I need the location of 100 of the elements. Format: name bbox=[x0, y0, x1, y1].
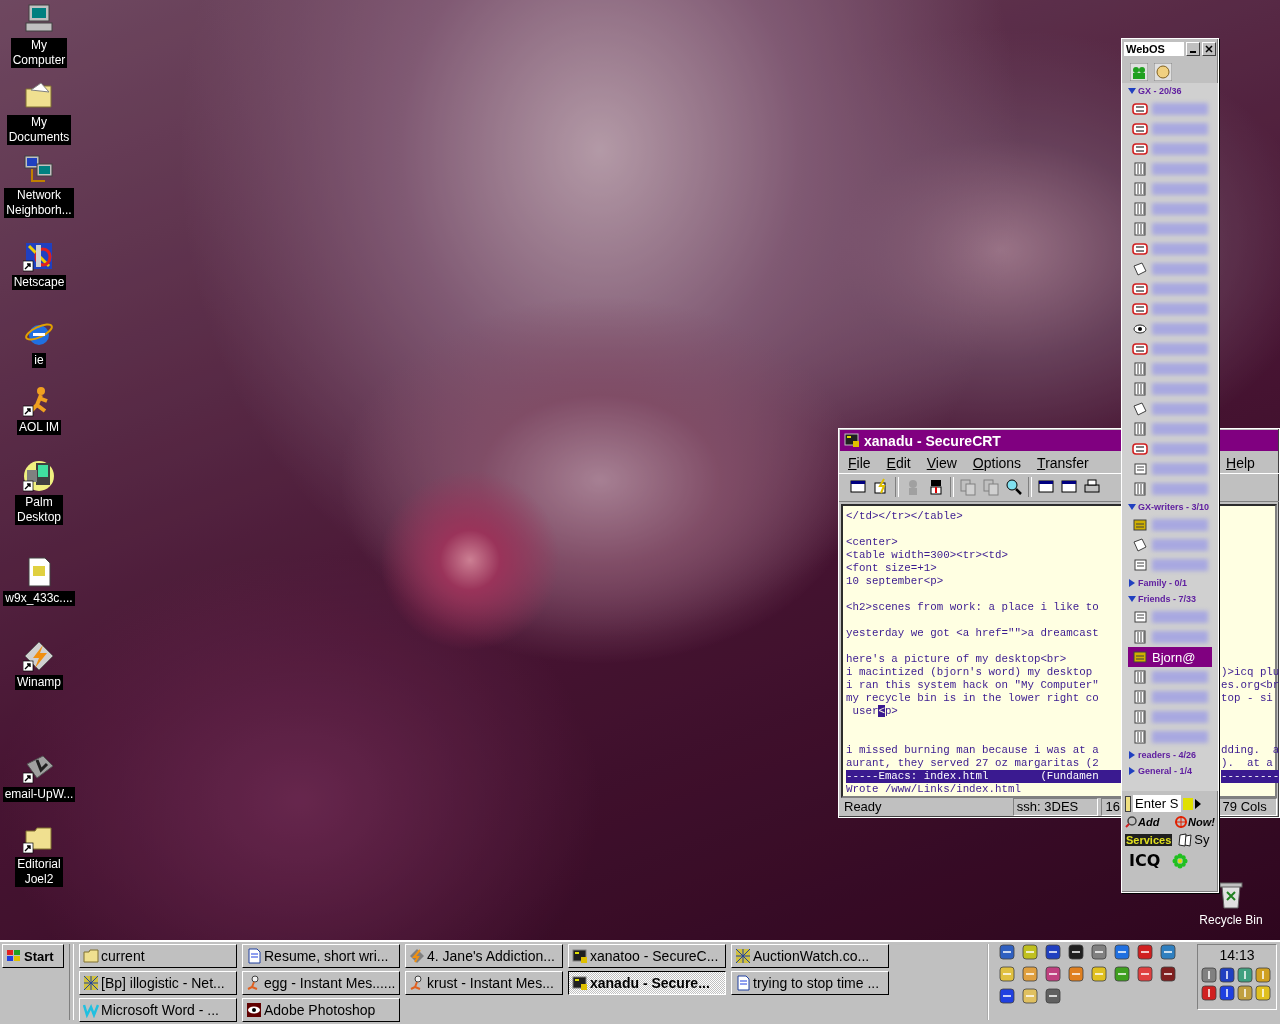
figure-icon bbox=[246, 975, 262, 991]
app-icon[interactable] bbox=[1201, 985, 1217, 1001]
app-icon[interactable] bbox=[1219, 967, 1235, 983]
menu-item[interactable]: View bbox=[917, 454, 964, 471]
desktop-icon-label[interactable]: email-UpW... bbox=[2, 787, 76, 802]
app-icon[interactable] bbox=[1045, 966, 1061, 982]
app-icon[interactable] bbox=[1160, 966, 1176, 982]
face-icon[interactable] bbox=[1154, 63, 1172, 81]
menu-item[interactable]: File bbox=[839, 454, 878, 471]
app-icon[interactable] bbox=[1137, 966, 1153, 982]
app-icon[interactable] bbox=[1255, 985, 1271, 1001]
desktop-icon-label[interactable]: Netscape bbox=[11, 275, 67, 290]
status-panel: ssh: 3DES bbox=[1012, 798, 1099, 817]
contact-row[interactable]: Bjorn@ bbox=[1128, 647, 1212, 667]
start-button[interactable]: Start bbox=[2, 944, 64, 968]
taskbar-button[interactable]: AuctionWatch.co... bbox=[731, 944, 889, 968]
window-title: WebOS bbox=[1124, 42, 1184, 56]
app-icon[interactable] bbox=[999, 988, 1015, 1004]
pages-icon bbox=[1178, 832, 1193, 847]
logo-text: ICQ bbox=[1129, 851, 1161, 870]
contact-group-header[interactable]: GX - 20/36 bbox=[1128, 83, 1212, 99]
app-icon[interactable] bbox=[1091, 944, 1107, 960]
taskbar-button[interactable]: egg - Instant Mes...... bbox=[242, 971, 400, 995]
search-icon[interactable] bbox=[1005, 478, 1023, 497]
app-icon[interactable] bbox=[1237, 967, 1253, 983]
terminal-line: i missed burning man because i was at a bbox=[846, 743, 1100, 757]
menu-item[interactable]: Edit bbox=[877, 454, 918, 471]
desktop-icon-label[interactable]: Editorial Joel2 bbox=[15, 857, 63, 887]
terminal-line: i macintized (bjorn's word) my desktop bbox=[846, 665, 1094, 679]
desktop-icon-label[interactable]: Recycle Bin bbox=[1199, 913, 1263, 928]
system-button[interactable]: Sy bbox=[1178, 832, 1210, 847]
menu-item[interactable]: Help bbox=[1217, 454, 1262, 471]
app-icon[interactable] bbox=[999, 944, 1015, 960]
app-icon[interactable] bbox=[1237, 985, 1253, 1001]
document-icon bbox=[735, 975, 751, 991]
blurred-contact-name bbox=[1152, 559, 1208, 571]
app-icon[interactable] bbox=[1114, 944, 1130, 960]
taskbar-button[interactable]: xanatoo - SecureC... bbox=[568, 944, 726, 968]
app-icon[interactable] bbox=[1022, 944, 1038, 960]
blurred-contact-name bbox=[1152, 671, 1208, 683]
menu-item[interactable]: Options bbox=[963, 454, 1029, 471]
taskbar-button[interactable]: Adobe Photoshop bbox=[242, 998, 400, 1022]
people-icon[interactable] bbox=[1130, 63, 1148, 81]
app-icon[interactable] bbox=[1022, 966, 1038, 982]
desktop-icon-label[interactable]: My Documents bbox=[6, 115, 72, 145]
menu-item[interactable]: Transfer bbox=[1028, 454, 1096, 471]
grip-icon[interactable] bbox=[1125, 795, 1131, 812]
contact-group-header[interactable]: General - 1/4 bbox=[1128, 763, 1212, 779]
clock[interactable]: 14:13 bbox=[1219, 945, 1255, 965]
app-icon[interactable] bbox=[1068, 944, 1084, 960]
taskbar-button[interactable]: [Bp] illogistic - Net... bbox=[79, 971, 237, 995]
app-icon[interactable] bbox=[1201, 967, 1217, 983]
contact-group-header[interactable]: Family - 0/1 bbox=[1128, 575, 1212, 591]
taskbar-button[interactable]: trying to stop time ... bbox=[731, 971, 889, 995]
contact-group-header[interactable]: readers - 4/26 bbox=[1128, 747, 1212, 763]
app-icon[interactable] bbox=[999, 966, 1015, 982]
contact-group-header[interactable]: GX-writers - 3/10 bbox=[1128, 499, 1212, 515]
terminal-line: my recycle bin is in the lower right co bbox=[846, 691, 1100, 705]
app-icon[interactable] bbox=[1022, 988, 1038, 1004]
taskbar-button[interactable]: 4. Jane's Addiction... bbox=[405, 944, 563, 968]
handheld-icon[interactable] bbox=[23, 460, 55, 492]
netscape-icon[interactable] bbox=[23, 240, 55, 272]
blurred-contact-name bbox=[1152, 243, 1208, 255]
app-icon[interactable] bbox=[1091, 966, 1107, 982]
taskbar-button[interactable]: krust - Instant Mes... bbox=[405, 971, 563, 995]
close-button[interactable] bbox=[1202, 42, 1216, 56]
search-field[interactable]: Enter S bbox=[1133, 795, 1181, 812]
right-arrow-icon[interactable] bbox=[1195, 798, 1201, 809]
desktop-icon-label[interactable]: Palm Desktop bbox=[15, 495, 63, 525]
app-icon[interactable] bbox=[1114, 966, 1130, 982]
app-icon[interactable] bbox=[1219, 985, 1235, 1001]
desktop-icon-label[interactable]: AOL IM bbox=[16, 420, 62, 435]
contact-group-header[interactable]: Friends - 7/33 bbox=[1128, 591, 1212, 607]
blurred-contact-name bbox=[1152, 423, 1208, 435]
app-icon[interactable] bbox=[1045, 988, 1061, 1004]
taskbar-button[interactable]: current bbox=[79, 944, 237, 968]
transfer-icon[interactable] bbox=[927, 478, 945, 497]
desktop-icon-label[interactable]: My Computer bbox=[10, 38, 68, 68]
taskbar-button[interactable]: Microsoft Word - ... bbox=[79, 998, 237, 1022]
lightning-icon[interactable] bbox=[23, 640, 55, 672]
app-icon[interactable] bbox=[1137, 944, 1153, 960]
app-icon[interactable] bbox=[1255, 967, 1271, 983]
app-icon[interactable] bbox=[1160, 944, 1176, 960]
add-button[interactable]: Add bbox=[1125, 816, 1160, 828]
figure-icon bbox=[409, 975, 425, 991]
taskbar-button[interactable]: xanadu - Secure... bbox=[568, 971, 726, 995]
taskbar-button[interactable]: Resume, short wri... bbox=[242, 944, 400, 968]
computer-icon[interactable] bbox=[23, 3, 55, 35]
close-icon bbox=[1205, 45, 1213, 53]
network-computers-icon[interactable] bbox=[23, 153, 55, 185]
minimize-button[interactable] bbox=[1186, 42, 1200, 56]
now-button[interactable]: Now! bbox=[1175, 816, 1215, 828]
app-icon[interactable] bbox=[1068, 966, 1084, 982]
desktop-icon-label[interactable]: ie bbox=[32, 353, 46, 368]
blurred-contact-name bbox=[1152, 363, 1208, 375]
desktop-icon-label[interactable]: w9x_433c.... bbox=[3, 591, 75, 606]
desktop-icon-label[interactable]: Network Neighborh... bbox=[4, 188, 74, 218]
desktop-icon-label[interactable]: Winamp bbox=[15, 675, 63, 690]
services-button[interactable]: Services bbox=[1125, 833, 1173, 846]
app-icon[interactable] bbox=[1045, 944, 1061, 960]
